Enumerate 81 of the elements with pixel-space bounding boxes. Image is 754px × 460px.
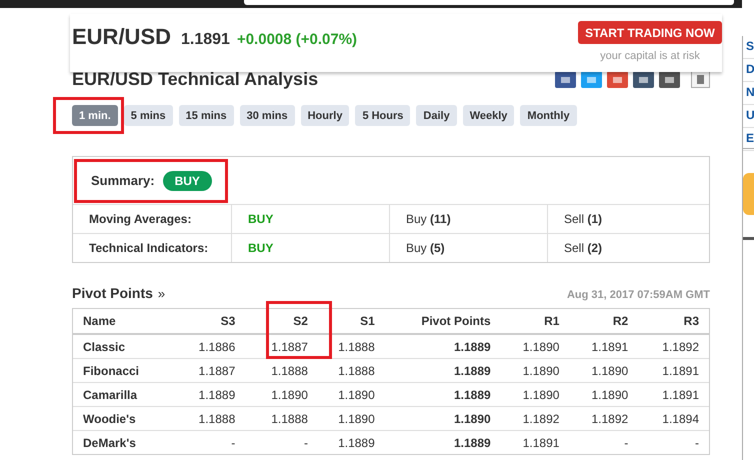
start-trading-button[interactable]: START TRADING NOW bbox=[578, 21, 722, 44]
table-cell: 1.1887 bbox=[170, 358, 246, 382]
table-cell: Classic bbox=[73, 334, 171, 358]
sidebar-link[interactable]: U bbox=[743, 105, 754, 128]
column-header: R3 bbox=[638, 309, 709, 334]
more-link-mark[interactable]: » bbox=[158, 286, 166, 301]
price: 1.1891 bbox=[181, 31, 230, 49]
sell-count: Sell (2) bbox=[547, 234, 709, 262]
table-cell: 1.1890 bbox=[569, 382, 638, 406]
column-header: Pivot Points bbox=[384, 309, 501, 334]
table-cell: 1.1887 bbox=[245, 334, 318, 358]
indicator-name: Technical Indicators: bbox=[88, 240, 210, 257]
column-header: S3 bbox=[170, 309, 246, 334]
table-cell: 1.1889 bbox=[384, 358, 501, 382]
timeframe-tab[interactable]: 30 mins bbox=[240, 105, 295, 126]
price-change: +0.0008 (+0.07%) bbox=[236, 31, 358, 48]
table-cell: 1.1889 bbox=[170, 382, 246, 406]
column-header: Name bbox=[73, 309, 171, 334]
risk-note: your capital is at risk bbox=[600, 50, 700, 62]
signal-value: BUY bbox=[231, 234, 389, 262]
column-header: S2 bbox=[245, 309, 318, 334]
timeframe-tab[interactable]: 15 mins bbox=[178, 105, 234, 126]
table-cell: 1.1888 bbox=[318, 358, 385, 382]
table-cell: Fibonacci bbox=[73, 358, 171, 382]
table-cell: - bbox=[569, 430, 638, 454]
buy-count: Buy (11) bbox=[389, 205, 547, 233]
table-cell: 1.1892 bbox=[638, 334, 709, 358]
summary-label: Summary: bbox=[91, 173, 155, 188]
table-cell: 1.1889 bbox=[384, 430, 501, 454]
sidebar-link[interactable]: E bbox=[743, 128, 754, 151]
table-cell: 1.1890 bbox=[318, 382, 385, 406]
sidebar-link[interactable]: D bbox=[743, 59, 754, 82]
table-cell: 1.1888 bbox=[318, 334, 385, 358]
table-cell: 1.1886 bbox=[170, 334, 246, 358]
table-cell: - bbox=[638, 430, 709, 454]
table-cell: - bbox=[170, 430, 246, 454]
table-cell: 1.1894 bbox=[638, 406, 709, 430]
table-cell: 1.1889 bbox=[384, 334, 501, 358]
table-cell: 1.1889 bbox=[318, 430, 385, 454]
table-cell: 1.1890 bbox=[500, 358, 570, 382]
timeframe-tab[interactable]: Daily bbox=[416, 105, 457, 126]
signal-value: BUY bbox=[231, 205, 389, 233]
table-cell: DeMark's bbox=[73, 430, 171, 454]
table-cell: 1.1891 bbox=[638, 382, 709, 406]
timeframe-tab[interactable]: Monthly bbox=[520, 105, 577, 126]
table-cell: - bbox=[245, 430, 318, 454]
section-title[interactable]: Pivot Points bbox=[72, 285, 153, 301]
buy-count: Buy (5) bbox=[389, 234, 547, 262]
page-title: EUR/USD Technical Analysis bbox=[72, 68, 318, 90]
sidebar-link[interactable]: S bbox=[743, 36, 754, 59]
table-cell: 1.1890 bbox=[569, 358, 638, 382]
sell-count: Sell (1) bbox=[547, 205, 709, 233]
currency-pair: EUR/USD bbox=[72, 24, 172, 50]
table-cell: 1.1890 bbox=[384, 406, 501, 430]
table-cell: 1.1890 bbox=[500, 334, 570, 358]
column-header: S1 bbox=[318, 309, 385, 334]
table-cell: 1.1892 bbox=[569, 406, 638, 430]
timestamp: Aug 31, 2017 07:59AM GMT bbox=[566, 289, 710, 301]
table-cell: 1.1890 bbox=[245, 382, 318, 406]
table-cell: 1.1891 bbox=[569, 334, 638, 358]
table-cell: Woodie's bbox=[73, 406, 171, 430]
column-header: R1 bbox=[500, 309, 570, 334]
table-cell: 1.1888 bbox=[245, 358, 318, 382]
timeframe-tab[interactable]: 5 Hours bbox=[355, 105, 410, 126]
table-cell: 1.1889 bbox=[384, 382, 501, 406]
timeframe-tab[interactable]: Hourly bbox=[300, 105, 350, 126]
table-cell: 1.1891 bbox=[500, 430, 570, 454]
indicator-name: Moving Averages: bbox=[88, 211, 192, 228]
signal-badge: BUY bbox=[162, 170, 212, 190]
table-cell: Camarilla bbox=[73, 382, 171, 406]
table-cell: 1.1890 bbox=[318, 406, 385, 430]
column-header: R2 bbox=[569, 309, 638, 334]
timeframe-tab[interactable]: 5 mins bbox=[124, 105, 173, 126]
sidebar-link[interactable]: N bbox=[743, 82, 754, 105]
table-cell: 1.1890 bbox=[500, 382, 570, 406]
timeframe-tab[interactable]: Weekly bbox=[462, 105, 514, 126]
table-cell: 1.1888 bbox=[245, 406, 318, 430]
table-cell: 1.1888 bbox=[170, 406, 246, 430]
table-cell: 1.1892 bbox=[500, 406, 570, 430]
timeframe-tab[interactable]: 1 min. bbox=[72, 105, 118, 126]
table-cell: 1.1891 bbox=[638, 358, 709, 382]
